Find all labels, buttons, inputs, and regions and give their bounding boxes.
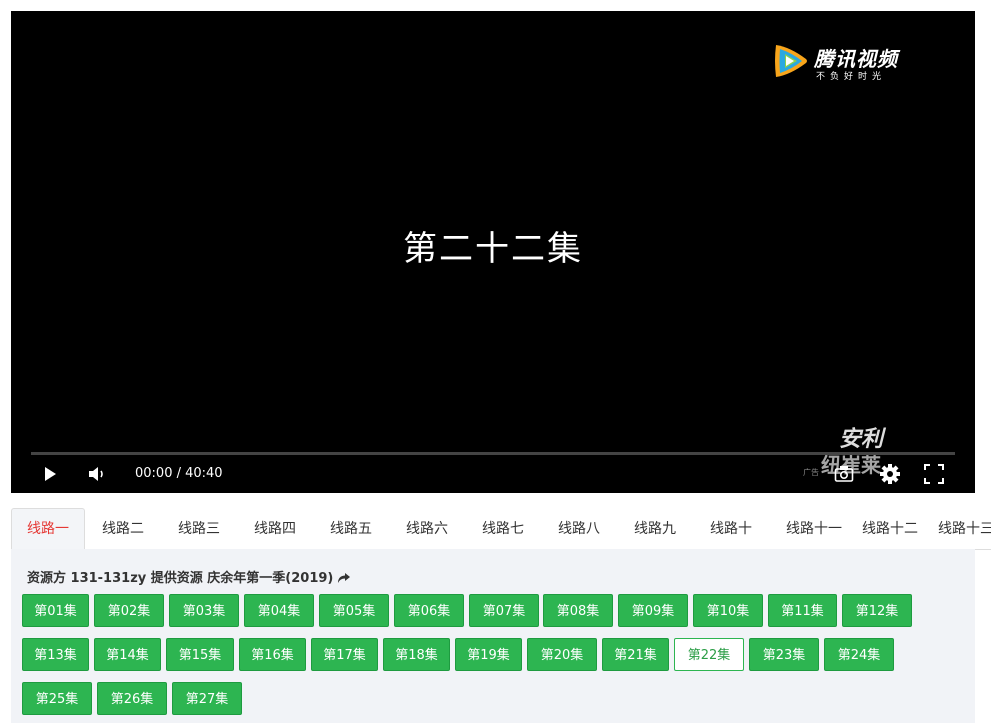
- tab-3[interactable]: 线路三: [163, 508, 235, 548]
- tab-2[interactable]: 线路二: [87, 508, 159, 548]
- tab-7[interactable]: 线路七: [467, 508, 539, 548]
- episode-button[interactable]: 第03集: [169, 594, 239, 627]
- episode-button[interactable]: 第05集: [319, 594, 389, 627]
- ad-label: 广告: [803, 468, 819, 477]
- tencent-video-logo-icon: [775, 45, 807, 77]
- tab-10[interactable]: 线路十: [695, 508, 767, 548]
- logo-slogan: 不负好时光: [816, 72, 887, 82]
- screenshot-icon: [834, 466, 854, 482]
- play-icon: [45, 467, 56, 481]
- episode-button[interactable]: 第19集: [455, 638, 522, 671]
- settings-button[interactable]: [878, 463, 902, 485]
- fullscreen-icon: [924, 464, 944, 484]
- episode-button[interactable]: 第24集: [824, 638, 894, 671]
- fullscreen-button[interactable]: [922, 463, 946, 485]
- episode-button[interactable]: 第15集: [166, 638, 234, 671]
- episode-button[interactable]: 第04集: [244, 594, 314, 627]
- episode-button[interactable]: 第21集: [602, 638, 669, 671]
- play-button[interactable]: [39, 463, 61, 485]
- episode-button[interactable]: 第13集: [22, 638, 89, 671]
- episode-button[interactable]: 第11集: [768, 594, 837, 627]
- episode-button[interactable]: 第18集: [383, 638, 450, 671]
- episode-button[interactable]: 第26集: [97, 682, 167, 715]
- episode-button[interactable]: 第12集: [842, 594, 912, 627]
- episode-button[interactable]: 第08集: [543, 594, 613, 627]
- episode-title: 第二十二集: [403, 229, 583, 269]
- episode-button[interactable]: 第27集: [172, 682, 242, 715]
- episode-button[interactable]: 第06集: [394, 594, 464, 627]
- tab-11[interactable]: 线路十一: [771, 508, 857, 548]
- episode-button[interactable]: 第17集: [311, 638, 378, 671]
- settings-icon: [880, 464, 900, 484]
- tab-13[interactable]: 线路十三: [923, 508, 991, 548]
- tab-9[interactable]: 线路九: [619, 508, 691, 548]
- episode-button[interactable]: 第14集: [94, 638, 161, 671]
- video-player[interactable]: 腾讯视频 不负好时光 第二十二集 安利 纽崔莱 广告 00:00 / 40:40: [11, 11, 975, 493]
- episode-button[interactable]: 第02集: [94, 594, 164, 627]
- episode-button[interactable]: 第22集: [674, 638, 744, 671]
- source-tabs: 线路一 线路二 线路三 线路四 线路五 线路六 线路七 线路八 线路九 线路十 线路十一 线路十二 线路…: [11, 508, 991, 550]
- tab-6[interactable]: 线路六: [391, 508, 463, 548]
- episode-button[interactable]: 第09集: [618, 594, 688, 627]
- tab-8[interactable]: 线路八: [543, 508, 615, 548]
- episode-panel: 资源方 131-131zy 提供资源 庆余年第一季(2019) 第01集 第02集…: [11, 549, 975, 723]
- tab-5[interactable]: 线路五: [315, 508, 387, 548]
- episode-button[interactable]: 第25集: [22, 682, 92, 715]
- tab-4[interactable]: 线路四: [239, 508, 311, 548]
- tab-12[interactable]: 线路十二: [847, 508, 933, 548]
- episode-button[interactable]: 第10集: [693, 594, 763, 627]
- time-display: 00:00 / 40:40: [135, 466, 223, 481]
- episode-button[interactable]: 第20集: [527, 638, 597, 671]
- share-button[interactable]: [337, 572, 351, 588]
- screenshot-button[interactable]: [832, 463, 856, 485]
- volume-icon: [89, 467, 103, 481]
- volume-button[interactable]: [86, 463, 110, 485]
- source-text: 资源方 131-131zy 提供资源 庆余年第一季(2019): [27, 571, 334, 586]
- episode-button[interactable]: 第16集: [239, 638, 306, 671]
- tencent-video-logo: 腾讯视频 不负好时光: [770, 41, 900, 87]
- source-info: 资源方 131-131zy 提供资源 庆余年第一季(2019): [27, 567, 351, 588]
- share-arrow-icon: [338, 573, 351, 583]
- episode-button[interactable]: 第23集: [749, 638, 819, 671]
- episode-button[interactable]: 第07集: [469, 594, 539, 627]
- tab-1[interactable]: 线路一: [11, 508, 85, 549]
- logo-name: 腾讯视频: [814, 47, 898, 71]
- episode-button[interactable]: 第01集: [22, 594, 89, 627]
- progress-bar[interactable]: [31, 452, 955, 455]
